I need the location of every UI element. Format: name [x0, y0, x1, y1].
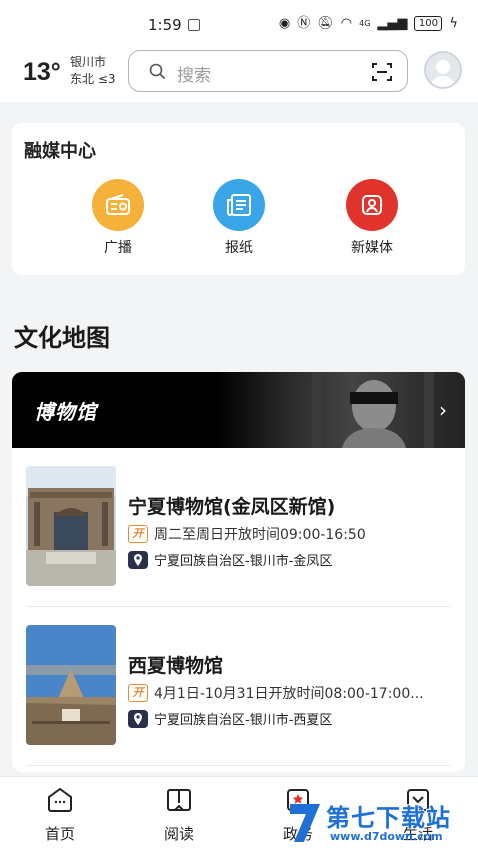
museum-thumbnail-1 [26, 466, 116, 586]
search-icon [149, 63, 165, 79]
tab-home[interactable]: 首页 [20, 785, 100, 844]
museum-item-1[interactable]: 宁夏博物馆(金凤区新馆) 开 周二至周日开放时间09:00-16:50 宁夏回族… [12, 458, 465, 608]
media-label-newspaper: 报纸 [225, 240, 253, 256]
status-time-group: 1:59 [148, 16, 200, 34]
watermark-logo [290, 804, 320, 842]
header: 13° 银川市 东北 ≤3 搜索 [0, 44, 478, 102]
watermark: 第七下载站 www.d7down.com [286, 796, 478, 850]
charging-icon: ϟ [449, 16, 458, 31]
museum-hours-row: 开 4月1日-10月31日开放时间08:00-17:00... [128, 683, 424, 703]
location-pin-icon [128, 550, 148, 569]
museum-location: 宁夏回族自治区-银川市-西夏区 [154, 713, 333, 728]
nfc-icon: Ⓝ [297, 16, 311, 31]
location-pin-icon [128, 709, 148, 728]
museum-thumbnail-2 [26, 625, 116, 745]
museum-location-row: 宁夏回族自治区-银川市-金凤区 [128, 550, 332, 569]
temperature[interactable]: 13° [23, 58, 61, 87]
newspaper-icon [213, 179, 265, 231]
watermark-url: www.d7down.com [330, 830, 443, 843]
chevron-right-icon[interactable]: › [439, 398, 447, 422]
museum-hours-row: 开 周二至周日开放时间09:00-16:50 [128, 524, 366, 544]
museum-card: 博物馆 › 宁夏博物馆(金凤区新馆) 开 周二至周日开放时间09:00-16:5… [12, 372, 465, 772]
open-hours-icon: 开 [128, 684, 148, 702]
tab-read[interactable]: 阅读 [139, 785, 219, 844]
tab-label: 阅读 [163, 825, 194, 843]
signal-icon: ▂▄▆ [377, 16, 408, 31]
weather-location[interactable]: 银川市 东北 ≤3 [70, 54, 116, 88]
museum-name: 西夏博物馆 [128, 655, 224, 677]
museum-hours: 4月1日-10月31日开放时间08:00-17:00... [154, 686, 424, 702]
divider [26, 606, 451, 607]
museum-name: 宁夏博物馆(金凤区新馆) [128, 496, 336, 518]
divider [26, 765, 451, 766]
open-hours-icon: 开 [128, 525, 148, 543]
mute-icon: 🔕︎ [317, 16, 334, 31]
museum-location: 宁夏回族自治区-银川市-金凤区 [154, 554, 333, 569]
culture-map-title: 文化地图 [14, 324, 110, 352]
media-item-newspaper[interactable]: 报纸 [199, 179, 279, 257]
network-type: 4G [359, 19, 371, 28]
scan-icon[interactable] [371, 61, 393, 83]
eye-icon: ◉ [278, 16, 291, 31]
search-placeholder: 搜索 [177, 66, 211, 86]
notification-icon [187, 19, 200, 31]
home-icon [48, 787, 72, 812]
book-icon [167, 789, 191, 811]
status-icons: ◉ Ⓝ 🔕︎ ◠ 4G ▂▄▆ 100 ϟ [279, 16, 458, 31]
media-label-radio: 广播 [104, 240, 132, 256]
museum-item-2[interactable]: 西夏博物馆 开 4月1日-10月31日开放时间08:00-17:00... 宁夏… [12, 617, 465, 767]
user-icon [429, 60, 457, 87]
city-name: 银川市 [70, 55, 107, 69]
watermark-text: 第七下载站 [326, 804, 451, 832]
museum-location-row: 宁夏回族自治区-银川市-西夏区 [128, 709, 332, 728]
media-item-radio[interactable]: 广播 [78, 179, 158, 257]
wifi-icon: ◠ [340, 16, 353, 31]
tab-label: 首页 [44, 825, 75, 843]
new-media-icon [346, 179, 398, 231]
wind-info: 东北 ≤3 [70, 72, 116, 86]
status-bar: 1:59 ◉ Ⓝ 🔕︎ ◠ 4G ▂▄▆ 100 ϟ [0, 0, 478, 44]
media-center-title: 融媒中心 [24, 141, 96, 162]
media-label-new-media: 新媒体 [351, 240, 393, 256]
banner-title: 博物馆 [34, 400, 97, 424]
media-center-card: 融媒中心 广播 报纸 新媒体 [12, 123, 465, 275]
radio-icon [92, 179, 144, 231]
museum-hours: 周二至周日开放时间09:00-16:50 [154, 527, 366, 543]
status-time: 1:59 [148, 16, 182, 34]
avatar[interactable] [424, 51, 462, 89]
museum-banner[interactable]: 博物馆 › [12, 372, 465, 448]
battery-icon: 100 [414, 16, 443, 31]
media-item-new-media[interactable]: 新媒体 [332, 179, 412, 257]
battery-level: 100 [418, 17, 438, 29]
search-input[interactable]: 搜索 [128, 50, 408, 92]
